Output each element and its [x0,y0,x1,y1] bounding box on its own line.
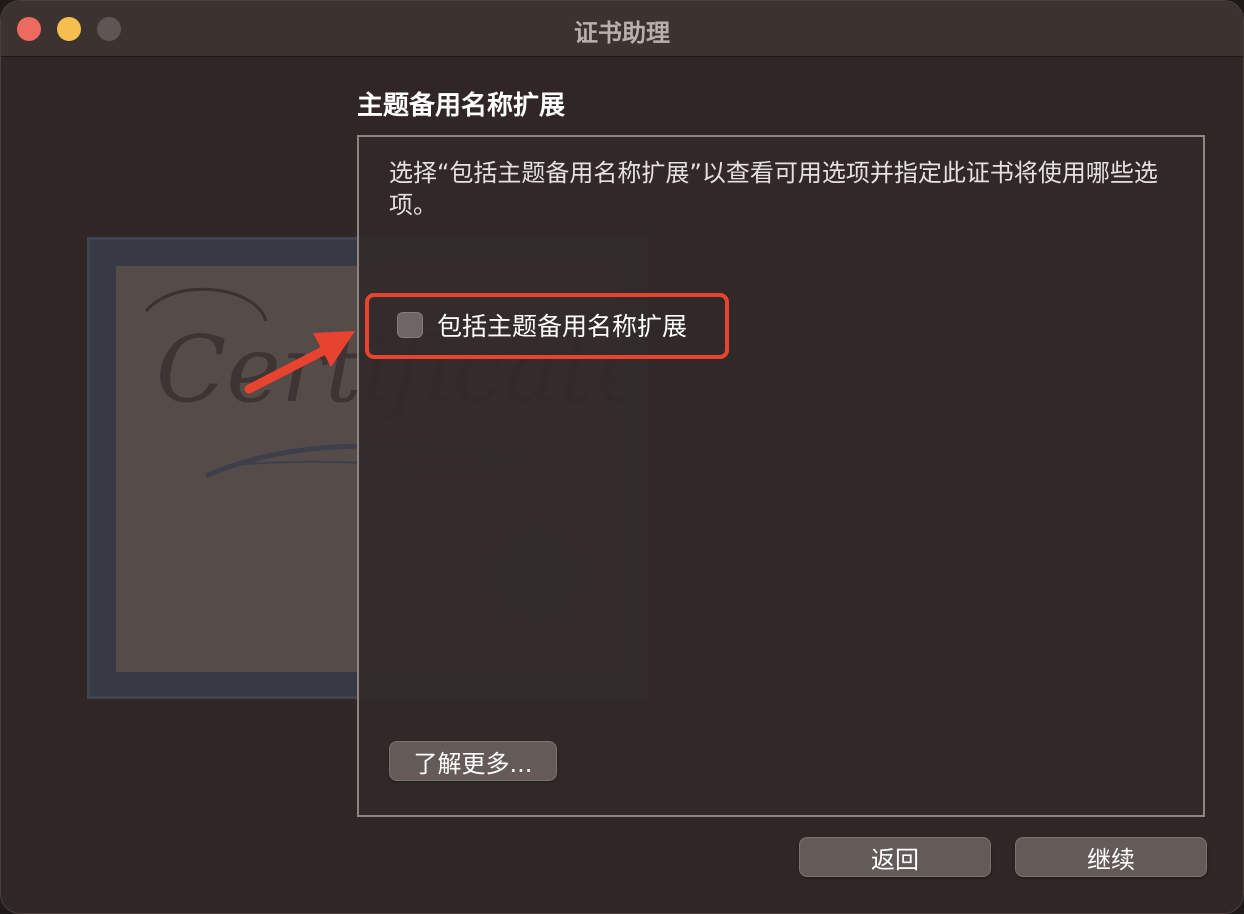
annotation-arrow-icon [244,331,355,394]
certificate-assistant-window: 证书助理 Certificate 主题备用名称扩展 选择“包括主题备用名称扩展”… [0,0,1244,914]
